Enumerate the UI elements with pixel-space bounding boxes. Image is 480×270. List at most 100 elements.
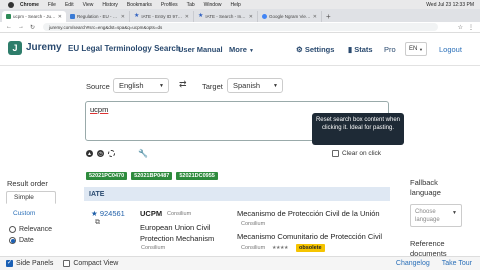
- iate-favicon-icon: ★: [198, 13, 204, 19]
- menu-edit[interactable]: Edit: [65, 2, 74, 8]
- settings-link[interactable]: ⚙ Settings: [296, 45, 334, 54]
- address-bar-row: ← → ↻ juremy.com/search#src=eng&dst=spa&…: [0, 22, 480, 33]
- chevron-down-icon: ▼: [273, 82, 278, 89]
- ui-language-value: EN: [409, 46, 418, 52]
- source-language-value: English: [119, 81, 144, 90]
- swap-languages-icon[interactable]: ⇄: [179, 79, 187, 90]
- tab-simple[interactable]: Simple: [6, 191, 56, 204]
- arrow-up-icon[interactable]: ▲: [86, 150, 93, 157]
- doc-tag[interactable]: 52021DC0955: [176, 172, 218, 180]
- relevance-option[interactable]: Relevance: [9, 226, 52, 233]
- close-icon[interactable]: ✕: [121, 14, 125, 20]
- browser-tab[interactable]: ucpm - Search - Juremy ✕: [2, 11, 66, 22]
- google-favicon-icon: [262, 14, 267, 19]
- menu-view[interactable]: View: [83, 2, 94, 8]
- menu-profiles[interactable]: Profiles: [161, 2, 178, 8]
- settings-label: Settings: [304, 45, 335, 54]
- juremy-logo[interactable]: J: [8, 41, 22, 55]
- target-language-value: Spanish: [233, 81, 261, 90]
- chevron-down-icon: ▼: [159, 82, 164, 89]
- relevance-radio[interactable]: [9, 226, 16, 233]
- browser-menu-icon[interactable]: ⋮: [468, 24, 474, 31]
- doc-tag[interactable]: 52021PC0470: [86, 172, 128, 180]
- close-icon[interactable]: ✕: [58, 14, 62, 20]
- term-abbreviation[interactable]: UCPM: [140, 209, 162, 218]
- search-query: ucpm: [90, 105, 109, 114]
- menu-history[interactable]: History: [102, 2, 118, 8]
- browser-tab[interactable]: ★ IATE - Search - Interpretati ✕: [194, 11, 258, 22]
- take-tour-link[interactable]: Take Tour: [442, 260, 472, 267]
- term-source: Consilium: [167, 211, 192, 217]
- status-badge: obsolete: [296, 244, 325, 252]
- result-order-heading: Result order: [7, 179, 48, 188]
- compact-view-label[interactable]: Compact View: [73, 260, 118, 267]
- side-panels-checkbox[interactable]: [6, 259, 13, 267]
- tab-title: IATE - Entry ID 974560: [141, 14, 183, 19]
- entry-id: 924561: [99, 209, 125, 218]
- copy-icon[interactable]: ⧉: [95, 219, 100, 227]
- target-language-select[interactable]: Spanish ▼: [227, 78, 283, 93]
- back-icon[interactable]: ←: [6, 24, 12, 30]
- juremy-favicon-icon: [6, 14, 11, 19]
- gear-icon: ⚙: [296, 45, 303, 54]
- new-tab-icon[interactable]: +: [326, 12, 331, 21]
- menu-app[interactable]: Chrome: [20, 2, 39, 8]
- forward-icon[interactable]: →: [18, 24, 24, 30]
- more-menu[interactable]: More ▼: [229, 45, 254, 54]
- source-label: Source: [86, 82, 110, 91]
- date-label: Date: [19, 237, 34, 244]
- fallback-language-select[interactable]: Choose language ▼: [410, 204, 462, 227]
- close-icon[interactable]: ✕: [313, 14, 317, 20]
- tab-title: Regulation - EU - 2021/36: [77, 14, 119, 19]
- changelog-link[interactable]: Changelog: [396, 260, 430, 267]
- close-icon[interactable]: ✕: [249, 14, 253, 20]
- close-icon[interactable]: ✕: [185, 14, 189, 20]
- ui-language-select[interactable]: EN ▼: [405, 42, 427, 56]
- browser-tab[interactable]: Google Ngram Viewer: Mise ✕: [258, 11, 322, 22]
- history-icon[interactable]: ◷: [97, 150, 104, 157]
- more-label: More: [229, 45, 247, 54]
- target-term-source: Consilium: [241, 221, 266, 227]
- iate-favicon-icon: ★: [134, 13, 140, 19]
- side-panels-label[interactable]: Side Panels: [16, 260, 53, 267]
- iate-entry[interactable]: ★ 924561: [91, 209, 125, 218]
- term-full[interactable]: European Union Civil Protection Mechanis…: [140, 222, 235, 244]
- doc-tag[interactable]: 52021BP0487: [131, 172, 173, 180]
- document-tags: 52021PC0470 52021BP0487 52021DC0955: [86, 172, 218, 180]
- loading-icon[interactable]: [108, 150, 115, 157]
- browser-tab[interactable]: Regulation - EU - 2021/36 ✕: [66, 11, 130, 22]
- target-term[interactable]: Mecanismo de Protección Civil de la Unió…: [237, 209, 380, 218]
- menu-file[interactable]: File: [48, 2, 56, 8]
- app-header: J Juremy EU Legal Terminology Search Use…: [0, 34, 480, 66]
- clear-on-click-option[interactable]: Clear on click: [332, 150, 381, 157]
- user-manual-link[interactable]: User Manual: [178, 45, 223, 54]
- brand-name[interactable]: Juremy: [26, 42, 62, 53]
- logout-link[interactable]: Logout: [439, 45, 462, 54]
- tab-custom[interactable]: Custom: [6, 207, 56, 220]
- compact-view-checkbox[interactable]: [63, 260, 71, 267]
- iate-section-header: IATE: [84, 187, 390, 201]
- bookmark-star-icon[interactable]: ☆: [458, 24, 463, 31]
- target-term[interactable]: Mecanismo Comunitario de Protección Civi…: [237, 232, 382, 241]
- source-language-select[interactable]: English ▼: [113, 78, 169, 93]
- menu-window[interactable]: Window: [204, 2, 222, 8]
- menu-help[interactable]: Help: [230, 2, 240, 8]
- url-field[interactable]: juremy.com/search#src=eng&dst=spa&q=ucpm…: [43, 23, 439, 31]
- date-option[interactable]: Date: [9, 237, 34, 244]
- apple-icon[interactable]: [8, 1, 14, 8]
- star-icon[interactable]: ★: [91, 209, 98, 218]
- chevron-down-icon: ▼: [452, 210, 457, 216]
- date-radio[interactable]: [9, 237, 16, 244]
- menu-tab[interactable]: Tab: [187, 2, 195, 8]
- reload-icon[interactable]: ↻: [30, 24, 35, 31]
- browser-tab[interactable]: ★ IATE - Entry ID 974560 ✕: [130, 11, 194, 22]
- clock: Wed Jul 23 12:33 PM: [426, 1, 474, 8]
- stats-link[interactable]: ▮ Stats: [348, 45, 373, 54]
- wrench-icon[interactable]: 🔧: [138, 149, 148, 158]
- tab-title: ucpm - Search - Juremy: [13, 14, 56, 19]
- menu-bookmarks[interactable]: Bookmarks: [127, 2, 152, 8]
- pro-link[interactable]: Pro: [384, 45, 396, 54]
- footer-bar: Side Panels Compact View Changelog Take …: [0, 256, 480, 270]
- clear-on-click-checkbox[interactable]: [332, 150, 339, 157]
- browser-tab-bar: ucpm - Search - Juremy ✕ Regulation - EU…: [0, 9, 480, 22]
